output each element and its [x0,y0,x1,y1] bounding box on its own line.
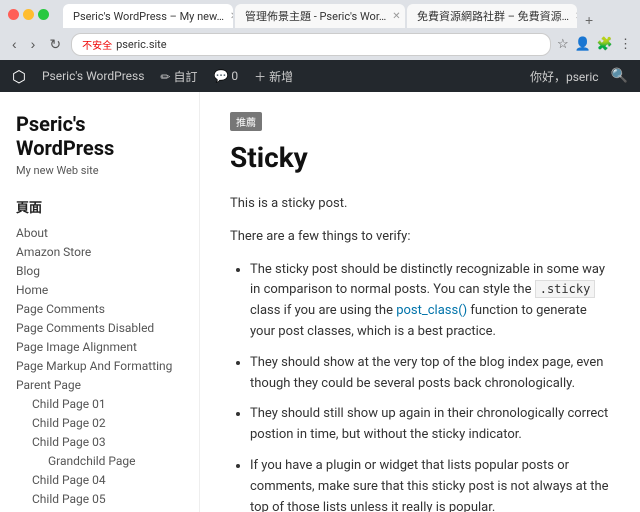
nav-page-markup[interactable]: Page Markup And Formatting [16,359,183,374]
new-content-link[interactable]: ＋ 新增 [254,68,293,85]
new-content-label: ＋ 新增 [254,68,293,85]
main-content: 推薦 Sticky This is a sticky post. There a… [200,92,640,512]
sticky-code: .sticky [535,280,596,298]
sidebar-section-title: 頁面 [16,197,183,216]
nav-home[interactable]: Home [16,283,183,298]
new-tab-button[interactable]: + [579,12,599,28]
customize-label: ✏ 自訂 [160,68,197,85]
maximize-button[interactable] [38,9,49,20]
browser-actions: ☆ 👤 🧩 ⋮ [557,36,632,52]
address-bar: ‹ › ↻ 不安全 pseric.site ☆ 👤 🧩 ⋮ [0,28,640,60]
browser-chrome: Pseric's WordPress – My new… ✕ 管理佈景主題 - … [0,0,640,60]
sidebar-nav: About Amazon Store Blog Home Page Commen… [16,226,183,507]
sidebar: Pseric's WordPress My new Web site 頁面 Ab… [0,92,200,512]
post-body: This is a sticky post. There are a few t… [230,194,610,512]
security-label: 不安全 [82,37,112,52]
nav-amazon-store[interactable]: Amazon Store [16,245,183,260]
close-button[interactable] [8,9,19,20]
user-greeting[interactable]: 你好，pseric [530,68,599,85]
extensions-button[interactable]: 🧩 [597,36,613,52]
nav-page-comments-disabled[interactable]: Page Comments Disabled [16,321,183,336]
minimize-button[interactable] [23,9,34,20]
nav-page-image-alignment[interactable]: Page Image Alignment [16,340,183,355]
site-tagline: My new Web site [16,164,183,177]
bookmark-button[interactable]: ☆ [557,36,569,52]
tab-1[interactable]: Pseric's WordPress – My new… ✕ [63,4,233,28]
admin-bar-right: 你好，pseric 🔍 [530,68,628,85]
site-name-admin-label: Pseric's WordPress [42,69,144,83]
post-bullet-list: The sticky post should be distinctly rec… [250,260,610,512]
tab-3-close[interactable]: ✕ [575,11,577,22]
nav-child-03[interactable]: Child Page 03 [16,435,183,450]
nav-grandchild[interactable]: Grandchild Page [16,454,183,469]
nav-child-01[interactable]: Child Page 01 [16,397,183,412]
wp-logo-icon[interactable]: ⬡ [12,67,26,86]
back-button[interactable]: ‹ [8,34,21,54]
site-title: Pseric's WordPress [16,112,183,160]
admin-search-icon[interactable]: 🔍 [611,68,628,84]
post-bullet-3: They should still show up again in their… [250,404,610,446]
nav-about[interactable]: About [16,226,183,241]
user-greeting-label: 你好，pseric [530,68,599,85]
forward-button[interactable]: › [27,34,40,54]
tab-3-label: 免費資源網路社群 – 免費資源… [417,8,569,24]
tab-3[interactable]: 免費資源網路社群 – 免費資源… ✕ [407,4,577,28]
post-bullet-4: If you have a plugin or widget that list… [250,456,610,512]
tab-1-close[interactable]: ✕ [230,11,233,22]
nav-page-comments[interactable]: Page Comments [16,302,183,317]
comments-label: 💬 0 [213,69,238,83]
reload-button[interactable]: ↻ [45,34,65,55]
browser-titlebar: Pseric's WordPress – My new… ✕ 管理佈景主題 - … [0,0,640,28]
post-class-link[interactable]: post_class() [396,303,467,318]
sticky-badge: 推薦 [230,112,262,131]
tab-bar: Pseric's WordPress – My new… ✕ 管理佈景主題 - … [55,0,607,28]
customize-link[interactable]: ✏ 自訂 [160,68,197,85]
tab-2[interactable]: 管理佈景主題 - Pseric's Wor… ✕ [235,4,405,28]
wp-admin-bar: ⬡ Pseric's WordPress ✏ 自訂 💬 0 ＋ 新增 你好，ps… [0,60,640,92]
post-bullet-2: They should show at the very top of the … [250,353,610,395]
tab-1-label: Pseric's WordPress – My new… [73,10,224,23]
bullet1-post: class if you are using the [250,303,396,318]
traffic-lights [8,9,49,20]
url-box[interactable]: 不安全 pseric.site [71,33,551,56]
url-text: pseric.site [116,38,167,51]
nav-parent-page[interactable]: Parent Page [16,378,183,393]
nav-child-04[interactable]: Child Page 04 [16,473,183,488]
post-paragraph-2: There are a few things to verify: [230,227,610,248]
nav-blog[interactable]: Blog [16,264,183,279]
comments-link[interactable]: 💬 0 [213,69,238,83]
profile-button[interactable]: 👤 [575,36,591,52]
nav-child-05[interactable]: Child Page 05 [16,492,183,507]
post-paragraph-1: This is a sticky post. [230,194,610,215]
menu-button[interactable]: ⋮ [619,36,632,52]
site-name-admin-link[interactable]: Pseric's WordPress [42,69,144,83]
post-title: Sticky [230,141,610,174]
page-wrapper: Pseric's WordPress My new Web site 頁面 Ab… [0,92,640,512]
tab-2-close[interactable]: ✕ [392,11,400,22]
post-bullet-1: The sticky post should be distinctly rec… [250,260,610,343]
nav-child-02[interactable]: Child Page 02 [16,416,183,431]
tab-2-label: 管理佈景主題 - Pseric's Wor… [245,8,386,24]
